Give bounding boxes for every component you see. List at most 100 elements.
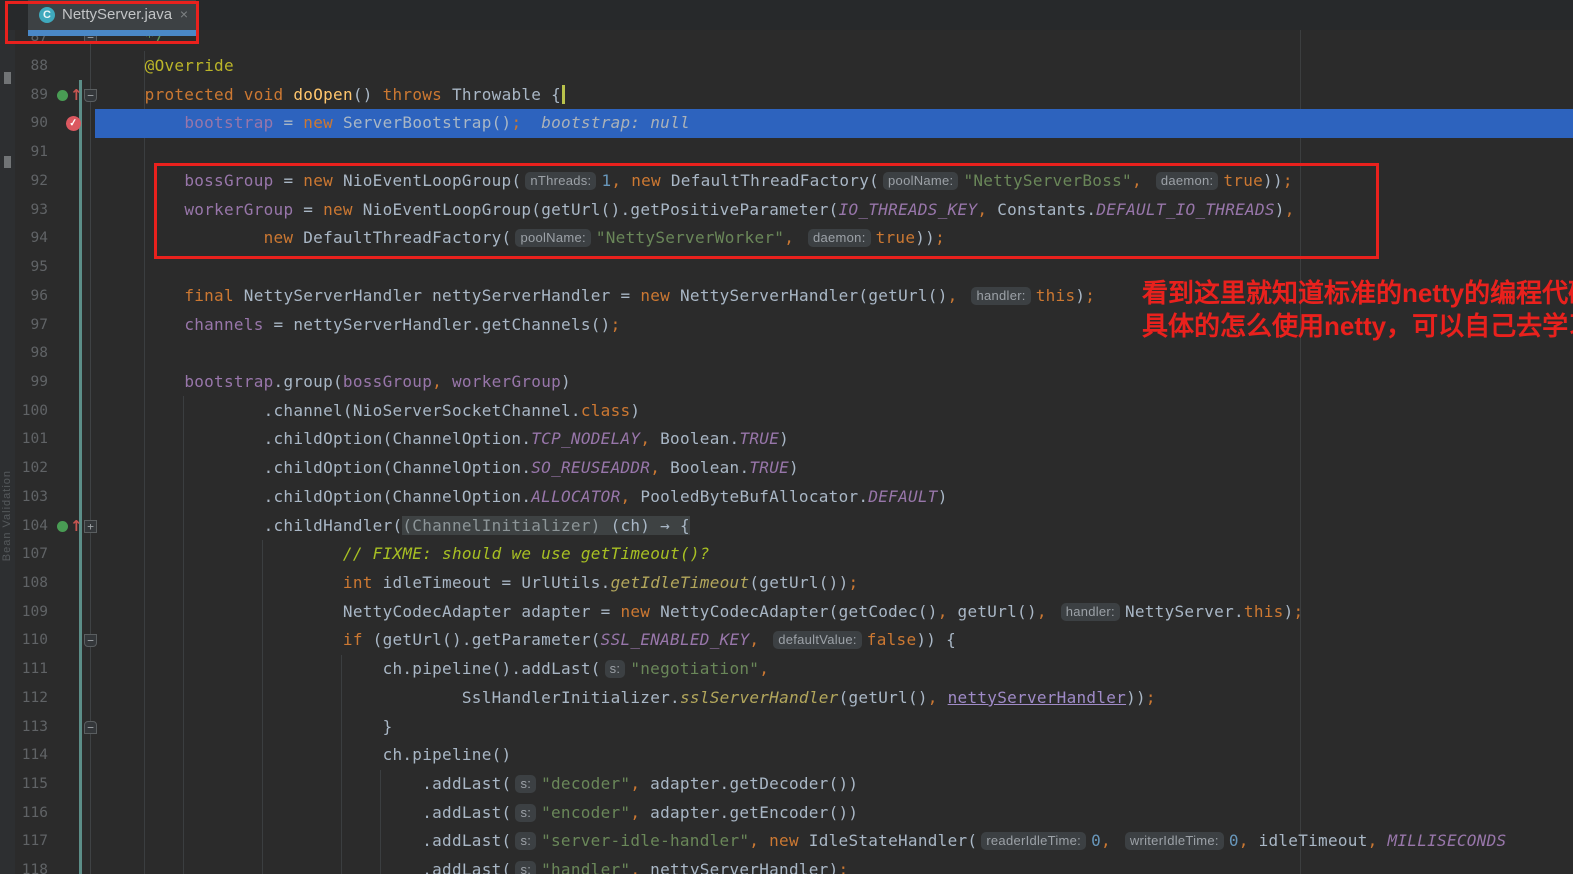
code-token: ; (839, 860, 849, 874)
code-token (234, 85, 244, 104)
code-token (759, 630, 769, 649)
code-token (1047, 602, 1057, 621)
code-token (958, 286, 968, 305)
code-text: if (getUrl().getParameter(SSL_ENABLED_KE… (105, 626, 956, 655)
bookmark-icon[interactable]: ✓ (65, 115, 82, 132)
code-token: false (867, 630, 917, 649)
code-text: NettyCodecAdapter adapter = new NettyCod… (105, 598, 1303, 627)
tool-window-button-icon[interactable] (4, 156, 11, 168)
code-token: adapter.getDecoder()) (640, 774, 858, 793)
code-token: protected (145, 85, 234, 104)
code-token: bootstrap (184, 113, 273, 132)
code-token: NettyCodecAdapter adapter = (343, 602, 621, 621)
override-arrow-icon[interactable]: ↑ (70, 84, 83, 106)
code-token: adapter.getEncoder()) (640, 803, 858, 822)
code-text: .childOption(ChannelOption.ALLOCATOR, Po… (105, 483, 948, 512)
fold-marker-open[interactable]: − (84, 89, 97, 102)
code-token: throws (383, 85, 442, 104)
code-line-110: 110− if (getUrl().getParameter(SSL_ENABL… (0, 626, 1573, 655)
code-token (283, 85, 293, 104)
code-token: getIdleTimeout (611, 573, 750, 592)
code-token: TCP_NODELAY (531, 429, 640, 448)
parameter-hint: readerIdleTime: (981, 832, 1086, 850)
code-token: "negotiation" (630, 659, 759, 678)
code-token: ; (1293, 602, 1303, 621)
code-text: final NettyServerHandler nettyServerHand… (105, 282, 1095, 311)
code-line-109: 109 NettyCodecAdapter adapter = new Nett… (0, 598, 1573, 627)
editor-tab-bar: C NettyServer.java × (0, 0, 1573, 30)
code-token: .addLast( (422, 774, 511, 793)
code-token: this (1244, 602, 1284, 621)
code-token: 0 (1091, 831, 1101, 850)
code-token: new (303, 113, 333, 132)
annotation-rect-tab (5, 1, 199, 44)
code-token: )) { (916, 630, 956, 649)
code-token: new (640, 286, 670, 305)
code-token: ) (1075, 286, 1085, 305)
code-token: .group( (274, 372, 343, 391)
code-token: idleTimeout = UrlUtils. (373, 573, 611, 592)
code-token: , (938, 602, 948, 621)
tool-window-button-icon[interactable] (4, 72, 11, 84)
overrides-method-icon[interactable] (57, 90, 68, 101)
code-text: bootstrap = new ServerBootstrap(); boots… (105, 109, 690, 138)
parameter-hint: defaultValue: (773, 631, 862, 649)
code-text: int idleTimeout = UrlUtils.getIdleTimeou… (105, 569, 858, 598)
code-token: ) (938, 487, 948, 506)
code-line-104: 104↑+ .childHandler((ChannelInitializer)… (0, 512, 1573, 541)
code-line-90: 90✓ bootstrap = new ServerBootstrap(); b… (0, 109, 1573, 138)
code-token: channels (184, 315, 263, 334)
code-text: .channel(NioServerSocketChannel.class) (105, 397, 640, 426)
code-text: channels = nettyServerHandler.getChannel… (105, 311, 621, 340)
parameter-hint: s: (515, 775, 536, 793)
code-token (105, 630, 343, 649)
code-line-100: 100 .channel(NioServerSocketChannel.clas… (0, 397, 1573, 426)
code-token: ch.pipeline().addLast( (383, 659, 601, 678)
code-line-102: 102 .childOption(ChannelOption.SO_REUSEA… (0, 454, 1573, 483)
code-line-99: 99 bootstrap.group(bossGroup, workerGrou… (0, 368, 1573, 397)
code-token: (getUrl()) (749, 573, 848, 592)
code-token: DEFAULT (868, 487, 937, 506)
code-token: , (1037, 602, 1047, 621)
code-text: .childOption(ChannelOption.TCP_NODELAY, … (105, 425, 789, 454)
ide-window: 87− */88 @Override89↑− protected void do… (0, 0, 1573, 874)
code-token: IdleStateHandler( (799, 831, 977, 850)
fold-marker-open[interactable]: − (84, 634, 97, 647)
code-token: int (343, 573, 373, 592)
code-token: this (1036, 286, 1076, 305)
code-token: bootstrap (184, 372, 273, 391)
fold-marker-closed[interactable]: + (84, 520, 97, 533)
code-token (105, 56, 145, 75)
code-text: .addLast(s:"handler", nettyServerHandler… (105, 856, 848, 874)
code-token: = nettyServerHandler.getChannels() (264, 315, 611, 334)
code-token: (getUrl().getParameter( (363, 630, 601, 649)
code-token: .childOption(ChannelOption. (264, 458, 532, 477)
overrides-method-icon[interactable] (57, 521, 68, 532)
code-text: .addLast(s:"decoder", adapter.getDecoder… (105, 770, 858, 799)
tool-window-stripe-label[interactable]: Bean Validation (1, 470, 13, 561)
code-text: SslHandlerInitializer.sslServerHandler(g… (105, 684, 1156, 713)
code-token (105, 602, 343, 621)
code-token: .addLast( (422, 803, 511, 822)
code-line-98: 98 (0, 339, 1573, 368)
code-line-108: 108 int idleTimeout = UrlUtils.getIdleTi… (0, 569, 1573, 598)
annotation-note-text: 看到这里就知道标准的netty的编程代码了， 具体的怎么使用netty，可以自己… (1142, 277, 1573, 343)
code-token: class (581, 401, 631, 420)
code-token: workerGroup (452, 372, 561, 391)
code-token: , (1239, 831, 1249, 850)
code-token (105, 315, 184, 334)
code-token: "decoder" (541, 774, 630, 793)
fold-marker-end[interactable]: − (84, 721, 97, 734)
code-token: bootstrap: null (541, 113, 690, 132)
code-token: new (620, 602, 650, 621)
override-arrow-icon[interactable]: ↑ (70, 515, 83, 537)
code-token: .childHandler( (264, 516, 403, 535)
annotation-rect-bootstrap-code (154, 163, 1379, 259)
code-token (442, 372, 452, 391)
code-token: PooledByteBufAllocator. (630, 487, 868, 506)
parameter-hint: writerIdleTime: (1125, 832, 1224, 850)
code-token: idleTimeout (1249, 831, 1368, 850)
code-token: (getUrl() (839, 688, 928, 707)
code-token: if (343, 630, 363, 649)
code-editor[interactable]: 87− */88 @Override89↑− protected void do… (0, 0, 1573, 874)
